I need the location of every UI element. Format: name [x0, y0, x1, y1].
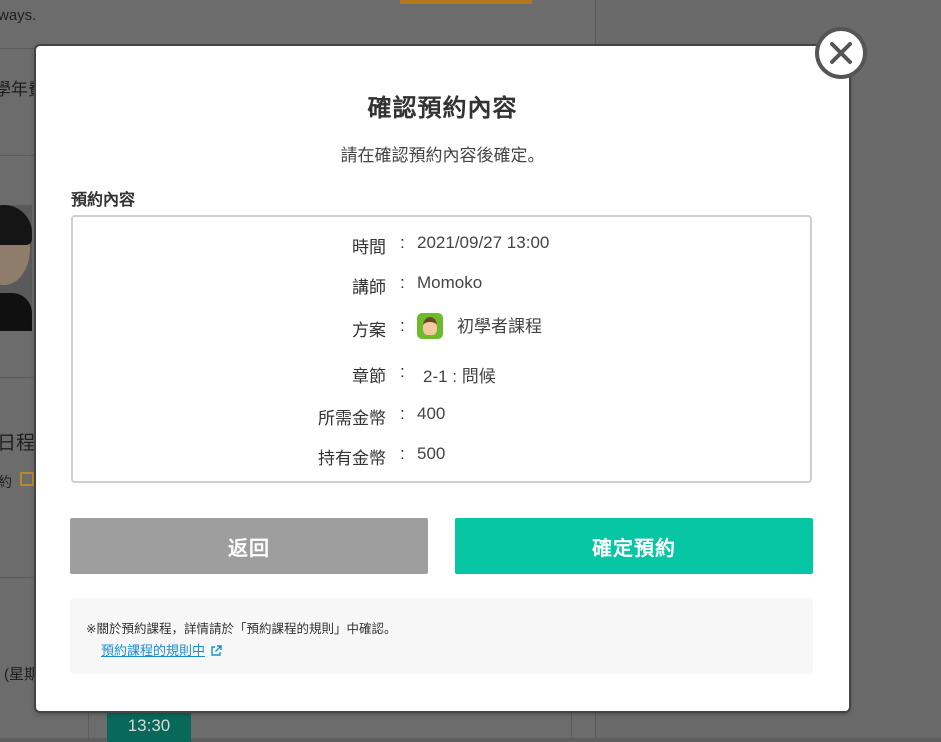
background-text: 約	[0, 474, 12, 490]
detail-value: 500	[417, 444, 446, 463]
detail-row-owned-coins: 持有金幣 : 500	[73, 444, 814, 474]
notice-box: ※關於預約課程，詳情請於「預約課程的規則」中確認。 預約課程的規則中	[70, 598, 813, 674]
detail-label: 方案	[352, 321, 386, 340]
external-link-icon	[211, 644, 222, 656]
detail-colon: :	[400, 444, 405, 463]
detail-label: 所需金幣	[318, 409, 386, 428]
detail-value: 初學者課程	[457, 317, 542, 336]
detail-value: 2021/09/27 13:00	[417, 233, 550, 252]
detail-row-chapter: 章節 : 2-1 : 問候	[73, 362, 814, 392]
background-text: (星期	[4, 666, 39, 683]
detail-colon: :	[400, 404, 405, 423]
reservation-rules-link-label: 預約課程的規則中	[101, 643, 206, 658]
detail-label: 時間	[352, 238, 386, 257]
detail-row-plan: 方案 : 初學者課程	[73, 312, 814, 346]
detail-row-teacher: 講師 : Momoko	[73, 273, 814, 303]
reservation-confirm-modal: 確認預約內容 請在確認預約內容後確定。 預約內容 時間 : 2021/09/27…	[36, 46, 849, 711]
notice-text: ※關於預約課程，詳情請於「預約課程的規則」中確認。	[86, 622, 397, 636]
teacher-avatar	[0, 205, 32, 331]
close-modal-button[interactable]	[815, 27, 867, 79]
detail-label: 持有金幣	[318, 449, 386, 468]
detail-row-time: 時間 : 2021/09/27 13:00	[73, 233, 814, 263]
confirm-reservation-button[interactable]: 確定預約	[455, 518, 813, 574]
reservation-rules-link[interactable]: 預約課程的規則中	[101, 640, 222, 659]
background-text: ways.	[0, 7, 37, 24]
beginner-course-icon	[417, 312, 443, 339]
section-label: 預約內容	[71, 192, 136, 209]
detail-value: 400	[417, 404, 446, 423]
modal-title: 確認預約內容	[367, 95, 518, 122]
detail-colon: :	[400, 316, 405, 335]
detail-row-required-coins: 所需金幣 : 400	[73, 404, 814, 434]
detail-value: 2-1 : 問候	[423, 367, 496, 386]
reservation-details: 時間 : 2021/09/27 13:00 講師 : Momoko 方案 : 初…	[71, 215, 812, 483]
detail-label: 講師	[352, 278, 386, 297]
background-text: 日程	[0, 433, 36, 454]
detail-colon: :	[400, 273, 405, 292]
detail-value-plan: 初學者課程	[417, 312, 542, 341]
detail-colon: :	[400, 233, 405, 252]
detail-value: Momoko	[417, 273, 483, 292]
background-badge	[20, 472, 34, 486]
detail-colon: :	[400, 362, 405, 381]
background-accent-bar	[400, 0, 532, 4]
detail-label: 章節	[352, 367, 386, 386]
close-icon	[830, 42, 852, 64]
back-button[interactable]: 返回	[70, 518, 428, 574]
modal-subtitle: 請在確認預約內容後確定。	[340, 146, 545, 165]
